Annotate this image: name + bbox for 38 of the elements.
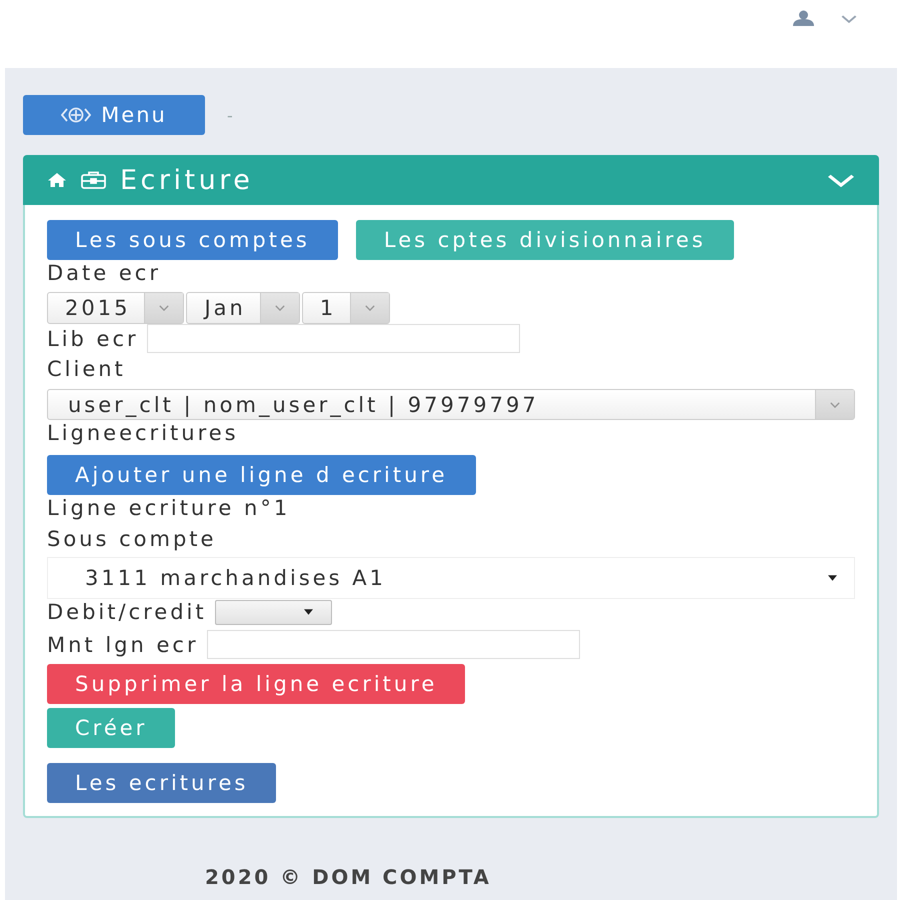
client-combo-select[interactable]: user_clt | nom_user_clt | 97979797 [47, 389, 855, 420]
list-button[interactable]: Les ecritures [47, 763, 276, 803]
form-button[interactable]: Ajouter une ligne d ecriture [47, 455, 476, 495]
chevron-down-icon [365, 305, 376, 311]
field-label: Ligneecritures [47, 420, 239, 446]
field-label: Client [47, 356, 126, 382]
field-label: Lib ecr [47, 326, 139, 352]
input-field[interactable] [146, 324, 520, 353]
nav-button[interactable]: Les cptes divisionnaires [356, 220, 734, 260]
caret-icon [828, 575, 837, 581]
panel-title: Ecriture [120, 164, 254, 196]
chevron-down-icon [159, 305, 170, 311]
nav-button[interactable]: Les sous comptes [47, 220, 338, 260]
briefcase-icon [81, 171, 106, 189]
field-label: Ligne ecriture n°1 [47, 495, 290, 521]
field-label: Date ecr [47, 260, 161, 286]
date-select[interactable]: 1 [302, 292, 390, 324]
input-field[interactable] [206, 630, 580, 659]
user-icon[interactable] [791, 10, 816, 26]
plus-circle-icon [61, 105, 92, 125]
caret-icon [304, 609, 313, 615]
chevron-down-icon [841, 15, 857, 23]
field-label: Debit/credit [47, 599, 207, 625]
field-label: Sous compte [47, 526, 216, 552]
chevron-down-icon [830, 402, 840, 408]
chevron-down-icon [827, 174, 855, 186]
menu-button[interactable]: Menu [23, 95, 205, 135]
date-select[interactable]: Jan [186, 292, 300, 324]
form-button[interactable]: Créer [47, 708, 176, 748]
separator-text: - [227, 106, 233, 124]
footer-text: 2020 © DOM COMPTA [205, 865, 492, 889]
account-select[interactable]: 3111 marchandises A1 [47, 557, 855, 599]
dropdown-select[interactable] [214, 600, 332, 624]
date-select[interactable]: 2015 [47, 292, 184, 324]
chevron-down-icon [274, 305, 285, 311]
form-button[interactable]: Supprimer la ligne ecriture [47, 664, 466, 704]
home-icon [47, 172, 67, 188]
field-label: Mnt lgn ecr [47, 632, 199, 658]
